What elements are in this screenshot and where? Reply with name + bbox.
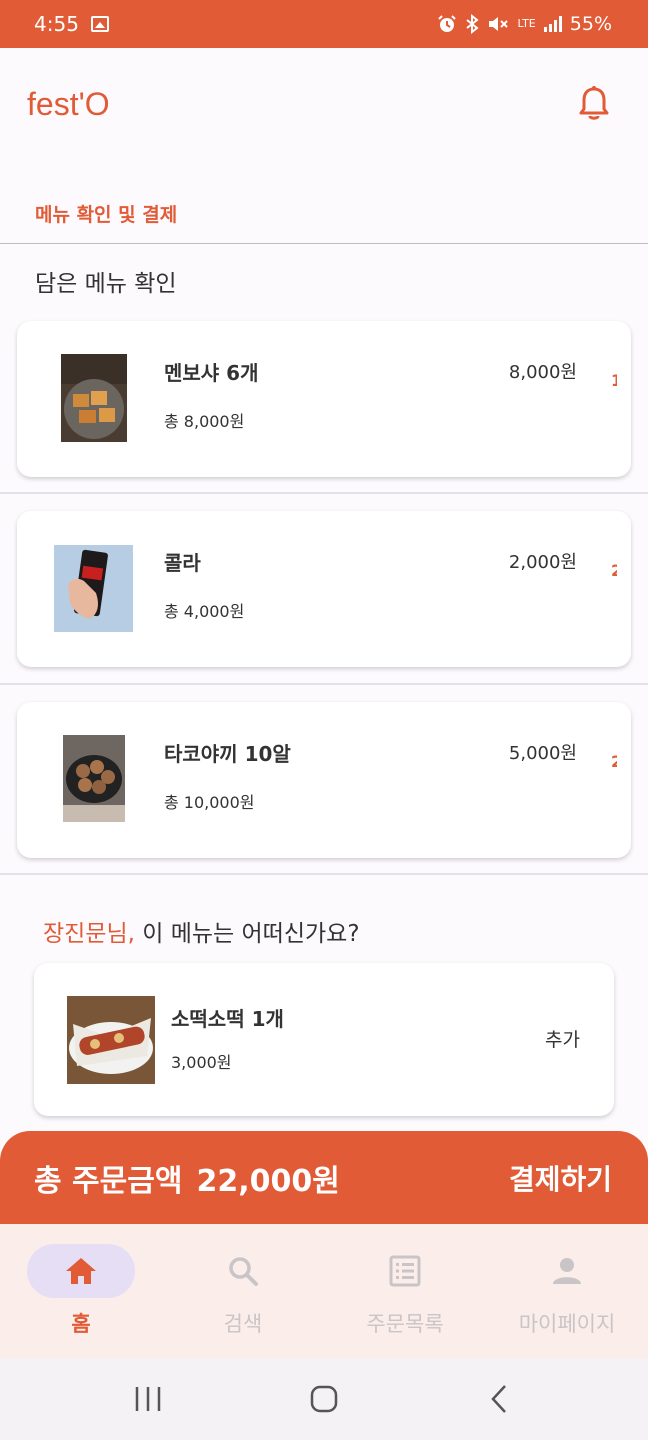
page-title: 메뉴 확인 및 결제 xyxy=(35,204,178,226)
status-bar: 4:55 LTE 55% xyxy=(0,0,648,48)
status-left: 4:55 xyxy=(34,12,109,36)
nav-home[interactable]: 홈 xyxy=(0,1224,162,1358)
recommend-question: 이 메뉴는 어떠신가요? xyxy=(134,921,360,947)
nav-mypage-label: 마이페이지 xyxy=(518,1312,616,1336)
bluetooth-icon xyxy=(466,14,480,34)
person-icon xyxy=(553,1258,581,1284)
menboshya-image xyxy=(61,354,127,442)
nav-search-label: 검색 xyxy=(223,1312,263,1336)
cola-image xyxy=(54,545,133,632)
item-quantity[interactable]: 2 xyxy=(611,561,617,580)
item-quantity[interactable]: 2 xyxy=(611,752,617,771)
recommend-item-price: 3,000원 xyxy=(171,1053,232,1072)
cart-item-card[interactable]: 타코야끼 10알 총 10,000원 5,000원 2 xyxy=(17,702,631,858)
nav-mypage-pill[interactable] xyxy=(513,1244,621,1298)
lte-indicator: LTE xyxy=(517,17,536,30)
nav-home-label: 홈 xyxy=(71,1312,91,1336)
sotteok-image xyxy=(67,996,155,1084)
order-total-label: 총 주문금액 xyxy=(34,1164,183,1199)
home-icon xyxy=(66,1258,96,1284)
user-name: 장진문님, xyxy=(43,921,135,947)
status-right: LTE 55% xyxy=(437,13,612,35)
recommend-heading: 장진문님, 이 메뉴는 어떠신가요? xyxy=(43,914,360,948)
search-icon xyxy=(229,1257,258,1286)
item-name: 콜라 xyxy=(164,551,201,575)
nav-orders[interactable]: 주문목록 xyxy=(324,1224,486,1358)
header-divider xyxy=(0,243,648,244)
item-name: 타코야끼 10알 xyxy=(164,742,291,766)
row-divider xyxy=(0,683,648,685)
mute-icon xyxy=(489,17,509,31)
cart-item-card[interactable]: 콜라 총 4,000원 2,000원 2 xyxy=(17,511,631,667)
bell-icon[interactable] xyxy=(576,84,612,124)
nav-search[interactable]: 검색 xyxy=(162,1224,324,1358)
item-quantity[interactable]: 1 xyxy=(611,371,617,390)
item-price: 8,000원 xyxy=(508,362,577,383)
recent-apps-icon[interactable] xyxy=(133,1385,163,1413)
row-divider xyxy=(0,492,648,494)
recommend-item-card[interactable]: 소떡소떡 1개 3,000원 추가 xyxy=(34,963,614,1116)
item-price: 2,000원 xyxy=(508,552,577,573)
order-total-amount: 22,000원 xyxy=(196,1164,340,1199)
alarm-icon xyxy=(438,15,457,32)
nav-mypage[interactable]: 마이페이지 xyxy=(486,1224,648,1358)
gallery-notification-icon xyxy=(90,16,109,32)
bottom-nav: 홈 검색 주문목록 마이페이지 xyxy=(0,1224,648,1358)
item-price: 5,000원 xyxy=(508,743,577,764)
nav-orders-label: 주문목록 xyxy=(366,1312,444,1336)
item-name: 멘보샤 6개 xyxy=(164,361,259,385)
nav-home-pill[interactable] xyxy=(27,1244,135,1298)
nav-orders-pill[interactable] xyxy=(351,1244,459,1298)
system-nav-bar xyxy=(0,1358,648,1440)
battery-percent: 55% xyxy=(569,13,612,35)
status-time: 4:55 xyxy=(34,12,79,36)
brand-logo[interactable]: fest'O xyxy=(27,86,110,123)
cart-item-card[interactable]: 멘보샤 6개 총 8,000원 8,000원 1 xyxy=(17,321,631,477)
order-list-icon xyxy=(389,1255,421,1287)
signal-icon xyxy=(543,16,562,32)
item-total: 총 8,000원 xyxy=(164,412,245,431)
recommend-item-name: 소떡소떡 1개 xyxy=(171,1007,284,1031)
home-button-icon[interactable] xyxy=(309,1384,339,1414)
nav-search-pill[interactable] xyxy=(189,1244,297,1298)
item-total: 총 10,000원 xyxy=(164,793,255,812)
app-header: fest'O xyxy=(0,48,648,160)
cart-heading: 담은 메뉴 확인 xyxy=(35,271,177,297)
row-divider xyxy=(0,873,648,875)
order-total: 총 주문금액 22,000원 xyxy=(34,1156,340,1200)
takoyaki-image xyxy=(63,735,125,822)
item-total: 총 4,000원 xyxy=(164,602,245,621)
back-icon[interactable] xyxy=(485,1384,515,1414)
add-button[interactable]: 추가 xyxy=(545,1025,580,1052)
order-summary-bar: 총 주문금액 22,000원 결제하기 xyxy=(0,1131,648,1231)
pay-button[interactable]: 결제하기 xyxy=(509,1158,612,1198)
